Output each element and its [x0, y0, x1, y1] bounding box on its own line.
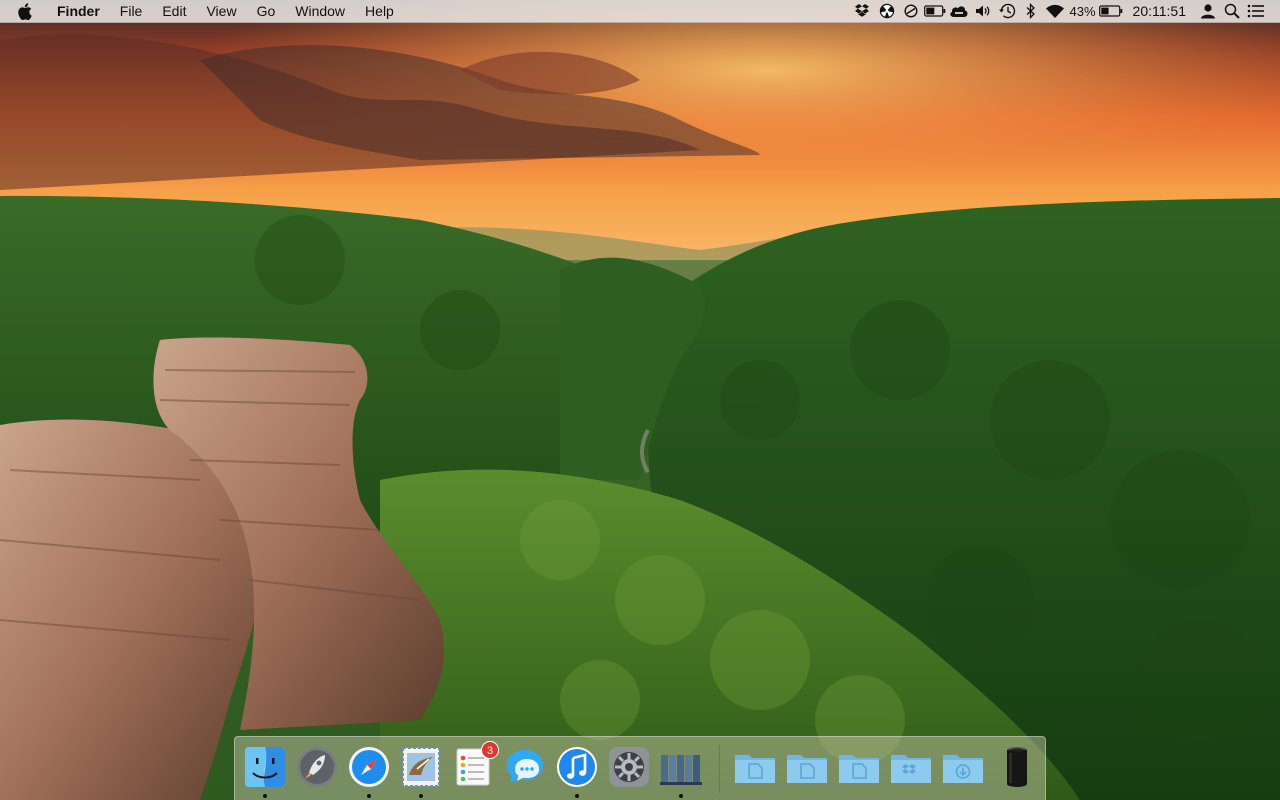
dropbox-icon[interactable] — [851, 0, 875, 22]
dock-documents-folder[interactable] — [785, 745, 829, 789]
running-indicator — [419, 794, 423, 798]
dock-mail[interactable] — [399, 745, 443, 789]
dock-dropbox-folder[interactable] — [889, 745, 933, 789]
running-indicator — [575, 794, 579, 798]
menu-file[interactable]: File — [110, 0, 153, 22]
mail-icon — [402, 747, 440, 787]
downloads-folder-icon — [943, 755, 983, 783]
reminders-badge: 3 — [481, 741, 499, 759]
running-indicator — [367, 794, 371, 798]
radiation-icon[interactable] — [875, 0, 899, 22]
sync-icon[interactable] — [899, 0, 923, 22]
dock-launchpad[interactable] — [295, 745, 339, 789]
menu-go[interactable]: Go — [247, 0, 286, 22]
battery-small-icon[interactable] — [923, 0, 947, 22]
menu-view[interactable]: View — [196, 0, 246, 22]
itunes-icon — [557, 747, 597, 787]
dock-finder[interactable] — [243, 745, 287, 789]
dock-applications-folder[interactable] — [733, 745, 777, 789]
dock-messages[interactable] — [503, 745, 547, 789]
dock-books[interactable] — [659, 745, 703, 789]
wifi-icon[interactable] — [1043, 0, 1067, 22]
dock-safari[interactable] — [347, 745, 391, 789]
messages-icon — [507, 750, 543, 784]
menu-bar: Finder File Edit View Go Window Help 43%… — [0, 0, 1280, 23]
apple-menu-icon[interactable] — [17, 2, 33, 20]
dock: 3 — [234, 736, 1046, 800]
app-menu-finder[interactable]: Finder — [47, 0, 110, 22]
menu-help[interactable]: Help — [355, 0, 404, 22]
time-machine-icon[interactable] — [995, 0, 1019, 22]
menu-window[interactable]: Window — [285, 0, 355, 22]
running-indicator — [263, 794, 267, 798]
folder-icon — [735, 755, 775, 783]
dropbox-folder-icon — [891, 755, 931, 783]
battery-percentage[interactable]: 43% — [1067, 4, 1099, 19]
books-icon — [660, 755, 702, 785]
dock-separator — [719, 745, 720, 793]
folder-icon — [787, 755, 827, 783]
dock-downloads-folder[interactable] — [941, 745, 985, 789]
trash-icon — [1007, 747, 1027, 787]
dock-reminders[interactable]: 3 — [451, 741, 499, 789]
cloud-icon[interactable] — [947, 0, 971, 22]
dock-itunes[interactable] — [555, 745, 599, 789]
dock-system-preferences[interactable] — [607, 745, 651, 789]
folder-icon — [839, 755, 879, 783]
finder-icon — [245, 747, 285, 787]
gear-icon — [609, 747, 649, 787]
landscape-illustration — [0, 0, 1280, 800]
dock-documents-folder-2[interactable] — [837, 745, 881, 789]
safari-icon — [349, 747, 389, 787]
bluetooth-icon[interactable] — [1019, 0, 1043, 22]
spotlight-icon[interactable] — [1220, 0, 1244, 22]
menu-edit[interactable]: Edit — [152, 0, 196, 22]
notification-center-icon[interactable] — [1244, 0, 1268, 22]
running-indicator — [679, 794, 683, 798]
battery-icon[interactable] — [1098, 0, 1123, 22]
desktop-wallpaper — [0, 0, 1280, 800]
menubar-clock[interactable]: 20:11:51 — [1123, 3, 1196, 19]
launchpad-icon — [297, 747, 337, 787]
user-icon[interactable] — [1196, 0, 1220, 22]
dock-trash[interactable] — [995, 745, 1039, 789]
volume-icon[interactable] — [971, 0, 995, 22]
